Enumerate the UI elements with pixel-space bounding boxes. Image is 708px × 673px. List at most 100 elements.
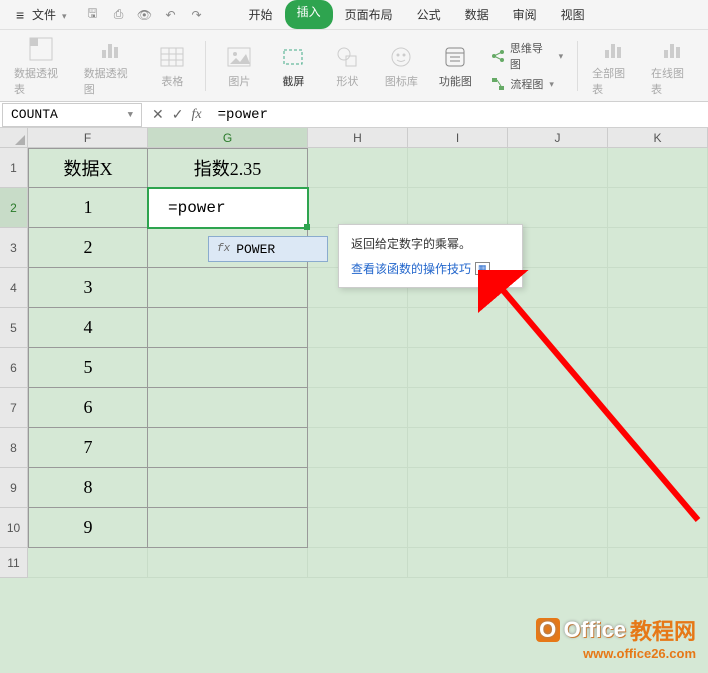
cell-j9[interactable] <box>508 468 608 508</box>
cell-h1[interactable] <box>308 148 408 188</box>
cell-h2[interactable] <box>308 188 408 228</box>
cell-j2[interactable] <box>508 188 608 228</box>
cancel-formula-button[interactable]: ✕ <box>152 106 164 123</box>
tab-formulas[interactable]: 公式 <box>405 0 453 29</box>
cell-k9[interactable] <box>608 468 708 508</box>
cell-k10[interactable] <box>608 508 708 548</box>
col-header-k[interactable]: K <box>608 128 708 148</box>
save-icon[interactable]: 🖫 <box>85 7 101 23</box>
cell-i10[interactable] <box>408 508 508 548</box>
tab-review[interactable]: 审阅 <box>501 0 549 29</box>
col-header-g[interactable]: G <box>148 128 308 148</box>
cell-f3[interactable]: 2 <box>28 228 148 268</box>
cell-i6[interactable] <box>408 348 508 388</box>
row-header-2[interactable]: 2 <box>0 188 28 228</box>
cell-j4[interactable] <box>508 268 608 308</box>
redo-icon[interactable]: ↷ <box>189 7 205 23</box>
cell-k1[interactable] <box>608 148 708 188</box>
ribbon-shapes[interactable]: 形状 <box>322 39 372 93</box>
cell-j10[interactable] <box>508 508 608 548</box>
cell-f10[interactable]: 9 <box>28 508 148 548</box>
cell-f2[interactable]: 1 <box>28 188 148 228</box>
cells-area[interactable]: 数据X 指数2.35 1 =power 2 <box>28 148 708 578</box>
ribbon-pivot-chart[interactable]: 数据透视图 <box>78 31 144 101</box>
select-all-corner[interactable] <box>0 128 28 148</box>
row-header-11[interactable]: 11 <box>0 548 28 578</box>
cell-i2[interactable] <box>408 188 508 228</box>
cell-k7[interactable] <box>608 388 708 428</box>
tab-insert[interactable]: 插入 <box>285 0 333 29</box>
cell-k2[interactable] <box>608 188 708 228</box>
name-box[interactable]: COUNTA ▼ <box>2 103 142 127</box>
undo-icon[interactable]: ↶ <box>163 7 179 23</box>
cell-j11[interactable] <box>508 548 608 578</box>
ribbon-picture[interactable]: 图片 <box>214 39 264 93</box>
cell-h7[interactable] <box>308 388 408 428</box>
cell-j1[interactable] <box>508 148 608 188</box>
ribbon-function-chart[interactable]: 功能图 <box>430 39 480 93</box>
ribbon-flowchart[interactable]: 流程图 <box>490 76 563 92</box>
cell-k5[interactable] <box>608 308 708 348</box>
function-autocomplete[interactable]: fx POWER <box>208 236 328 262</box>
cell-g9[interactable] <box>148 468 308 508</box>
cell-h5[interactable] <box>308 308 408 348</box>
fx-button[interactable]: fx <box>191 107 201 123</box>
print-icon[interactable]: ⎙ <box>111 7 127 23</box>
cell-f9[interactable]: 8 <box>28 468 148 508</box>
print-preview-icon[interactable]: 👁 <box>137 7 153 23</box>
cell-h9[interactable] <box>308 468 408 508</box>
cell-g5[interactable] <box>148 308 308 348</box>
ribbon-icons[interactable]: 图标库 <box>376 39 426 93</box>
cell-i5[interactable] <box>408 308 508 348</box>
tab-view[interactable]: 视图 <box>549 0 597 29</box>
row-header-5[interactable]: 5 <box>0 308 28 348</box>
cell-h11[interactable] <box>308 548 408 578</box>
cell-h8[interactable] <box>308 428 408 468</box>
cell-k6[interactable] <box>608 348 708 388</box>
cell-i7[interactable] <box>408 388 508 428</box>
cell-f1[interactable]: 数据X <box>28 148 148 188</box>
cell-f8[interactable]: 7 <box>28 428 148 468</box>
cell-j3[interactable] <box>508 228 608 268</box>
col-header-f[interactable]: F <box>28 128 148 148</box>
cell-g4[interactable] <box>148 268 308 308</box>
cell-g8[interactable] <box>148 428 308 468</box>
cell-i8[interactable] <box>408 428 508 468</box>
ribbon-all-charts[interactable]: 全部图表 <box>586 31 641 101</box>
cell-g10[interactable] <box>148 508 308 548</box>
row-header-9[interactable]: 9 <box>0 468 28 508</box>
tab-home[interactable]: 开始 <box>237 0 285 29</box>
row-header-8[interactable]: 8 <box>0 428 28 468</box>
cell-g6[interactable] <box>148 348 308 388</box>
row-header-1[interactable]: 1 <box>0 148 28 188</box>
cell-i9[interactable] <box>408 468 508 508</box>
row-header-10[interactable]: 10 <box>0 508 28 548</box>
cell-i11[interactable] <box>408 548 508 578</box>
col-header-j[interactable]: J <box>508 128 608 148</box>
cell-f6[interactable]: 5 <box>28 348 148 388</box>
cell-g11[interactable] <box>148 548 308 578</box>
ribbon-table[interactable]: 表格 <box>147 39 197 93</box>
cell-k4[interactable] <box>608 268 708 308</box>
cell-k8[interactable] <box>608 428 708 468</box>
cell-j5[interactable] <box>508 308 608 348</box>
file-menu[interactable]: 文件 <box>8 2 75 27</box>
cell-g1[interactable]: 指数2.35 <box>148 148 308 188</box>
ribbon-pivot-table[interactable]: 数据透视表 <box>8 31 74 101</box>
cell-k11[interactable] <box>608 548 708 578</box>
col-header-h[interactable]: H <box>308 128 408 148</box>
cell-h10[interactable] <box>308 508 408 548</box>
cell-f5[interactable]: 4 <box>28 308 148 348</box>
cell-g2-editing[interactable]: =power <box>148 188 308 228</box>
tab-data[interactable]: 数据 <box>453 0 501 29</box>
dropdown-icon[interactable]: ▼ <box>128 110 133 120</box>
tab-page-layout[interactable]: 页面布局 <box>333 0 405 29</box>
cell-j8[interactable] <box>508 428 608 468</box>
cell-i1[interactable] <box>408 148 508 188</box>
row-header-4[interactable]: 4 <box>0 268 28 308</box>
row-header-3[interactable]: 3 <box>0 228 28 268</box>
ribbon-screenshot[interactable]: 截屏 <box>268 39 318 93</box>
row-header-7[interactable]: 7 <box>0 388 28 428</box>
tooltip-help-link[interactable]: 查看该函数的操作技巧 ▦ <box>351 260 510 277</box>
accept-formula-button[interactable]: ✓ <box>172 106 184 123</box>
